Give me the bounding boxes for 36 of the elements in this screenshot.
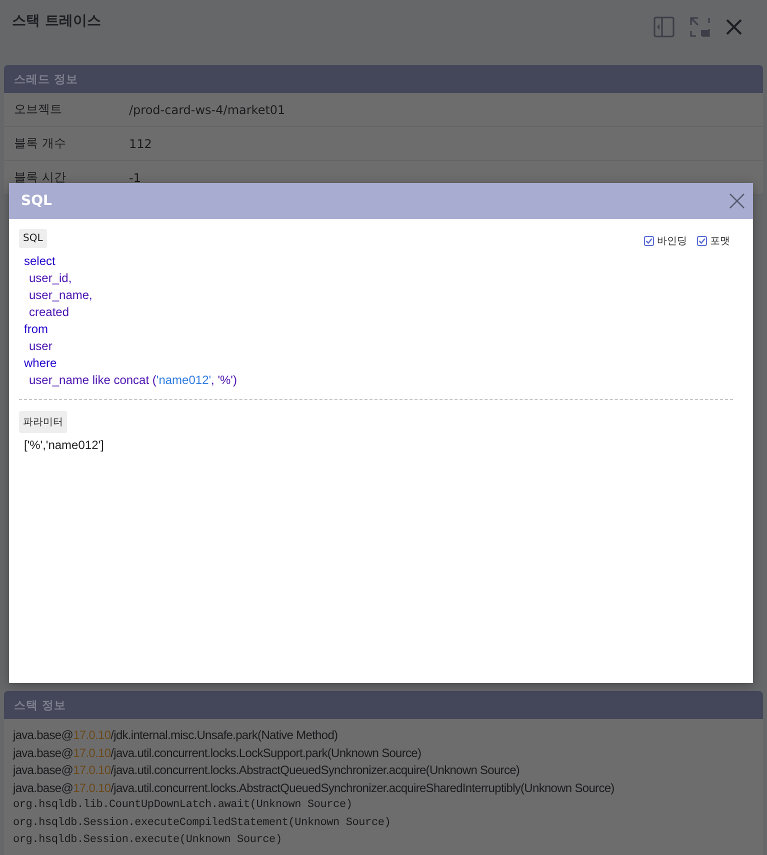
sql-code-line: user_name, xyxy=(28,287,94,304)
close-icon[interactable] xyxy=(729,193,745,209)
dialog-title: SQL xyxy=(21,193,52,209)
field-label: 오브젝트 xyxy=(14,101,63,118)
stack-frame-line: org.hsqldb.Session.execute(Unknown Source) xyxy=(13,833,283,848)
sql-code-line: user_id, xyxy=(28,270,73,287)
sql-code-line: from xyxy=(24,321,49,338)
field-label: 블록 시간 xyxy=(14,169,67,186)
stack-frame-line: java.base@17.0.10/java.util.concurrent.locks.AbstractQueuedSynchronizer.acquireSharedInterruptibly(Unknown Source) xyxy=(13,780,616,796)
option-checkbox[interactable]: 포맷 xyxy=(697,234,730,248)
sql-code-line: user xyxy=(28,338,54,355)
close-icon[interactable] xyxy=(725,18,743,36)
parameter-tag: 파라미터 xyxy=(19,411,67,433)
stack-frame-line: java.base@17.0.10/jdk.internal.misc.Unsafe.park(Native Method) xyxy=(13,727,339,744)
section-title: 스택 정보 xyxy=(14,698,66,712)
expand-icon[interactable] xyxy=(689,16,711,38)
stack-frame-line: java.base@17.0.10/java.util.concurrent.locks.LockSupport.park(Unknown Source) xyxy=(13,744,422,762)
option-checkbox[interactable]: 바인딩 xyxy=(644,234,687,248)
side-panel-icon[interactable] xyxy=(653,16,675,38)
sql-tag: SQL xyxy=(19,229,47,248)
section-title: 스레드 정보 xyxy=(14,72,78,86)
stack-frame-line: org.hsqldb.lib.CountUpDownLatch.await(Unknown Source) xyxy=(13,798,354,813)
field-value: -1 xyxy=(129,170,141,184)
field-value: /prod-card-ws-4/market01 xyxy=(129,102,286,116)
field-label: 블록 개수 xyxy=(14,135,67,152)
sql-code-line: select xyxy=(24,253,56,270)
sql-code-line: created xyxy=(28,304,70,321)
sql-code-line: where xyxy=(24,355,58,372)
checkbox-icon[interactable] xyxy=(697,236,707,246)
checkbox-icon[interactable] xyxy=(644,236,654,246)
stack-frame-line: org.hsqldb.Session.executeCompiledStatement(Unknown Source) xyxy=(13,816,392,830)
window-title: 스택 트레이스 xyxy=(12,12,101,30)
stack-frame-line: java.base@17.0.10/java.util.concurrent.locks.AbstractQueuedSynchronizer.acquire(Unknown Source) xyxy=(13,762,521,779)
field-value: 112 xyxy=(129,136,152,150)
parameter-values: ['%','name012'] xyxy=(23,438,105,452)
sql-code-line: user_name like concat ('name012', '%') xyxy=(28,372,238,389)
